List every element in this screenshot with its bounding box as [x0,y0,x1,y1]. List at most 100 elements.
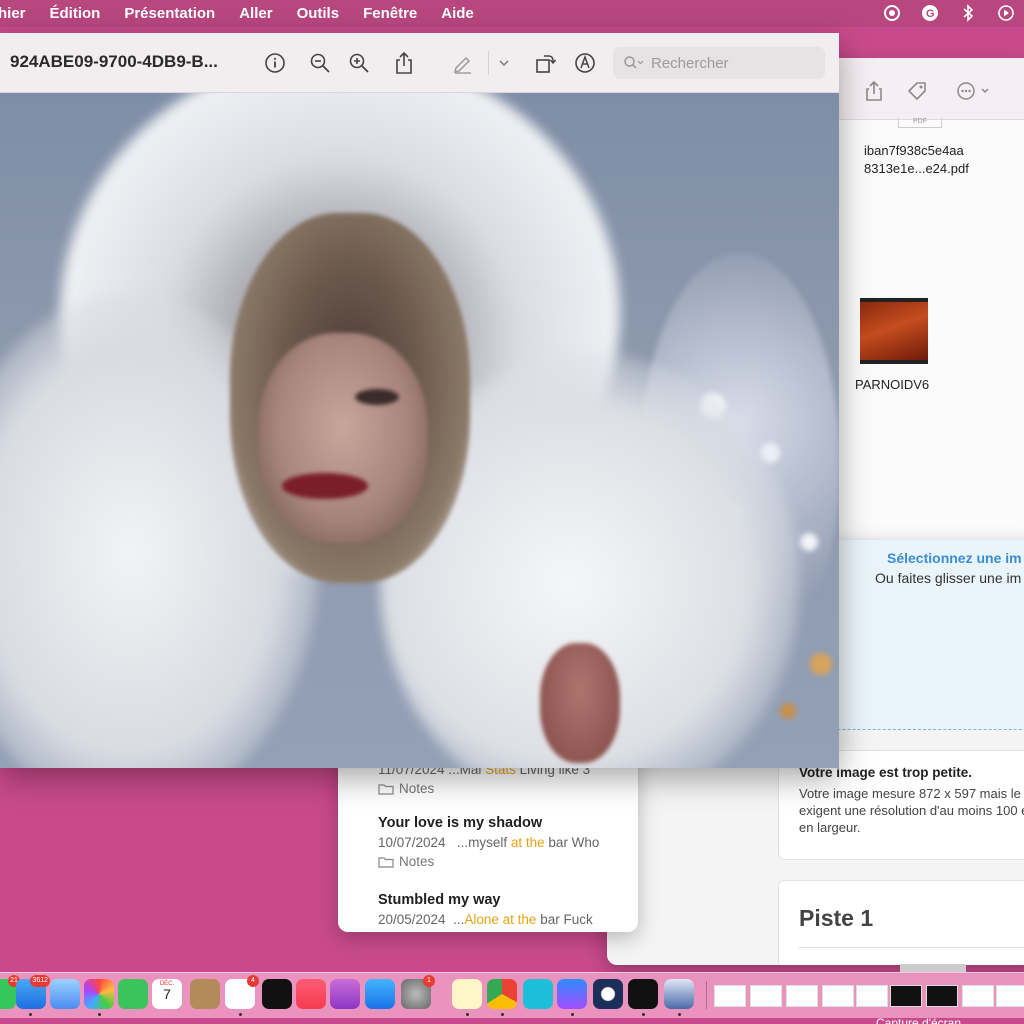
note-folder: Notes [378,854,638,869]
play-circle-icon[interactable] [996,3,1016,23]
dock-app-capcut[interactable] [628,979,658,1009]
pdf-file-name[interactable]: iban7f938c5e4aa 8313e1e...e24.pdf [864,142,969,178]
lips [282,473,368,499]
note-item[interactable]: Stumbled my way 20/05/2024 ...Alone at t… [378,892,638,927]
dock-recent-file[interactable] [926,985,958,1007]
dock-app-facetime[interactable] [118,979,148,1009]
folder-icon [378,856,394,868]
dock-recent-file[interactable] [856,985,888,1007]
note-highlight: Alone at the [464,912,537,927]
preview-toolbar: 924ABE09-9700-4DB9-B... [0,33,839,93]
dock-app-contacts[interactable] [190,979,220,1009]
dock-recent-file[interactable] [714,985,746,1007]
grammarly-icon[interactable]: G [920,3,940,23]
status-area: G [882,3,1016,23]
rotate-icon[interactable] [531,49,559,77]
bokeh-light [810,653,832,675]
dock-running-indicator [466,1013,469,1016]
annotate-icon[interactable] [571,49,599,77]
calendar-day: 7 [163,986,171,1002]
svg-text:G: G [926,8,935,20]
toolbar-separator [488,51,489,75]
note-date: 10/07/2024 [378,835,446,850]
tag-icon[interactable] [906,80,928,107]
dock-app-maps[interactable] [50,979,80,1009]
reminders-badge: 4 [247,975,259,987]
zoom-in-icon[interactable] [345,49,373,77]
dock-app-photos[interactable] [84,979,114,1009]
markup-pen-icon[interactable] [449,49,477,77]
dock-running-indicator [571,1013,574,1016]
menu-fenetre[interactable]: Fenêtre [363,5,417,22]
dock-running-indicator [98,1013,101,1016]
notes-window: 11/07/2024 ...Mal Stats Living like 3 No… [338,740,638,932]
chevron-down-icon[interactable] [490,49,518,77]
share-icon[interactable] [390,49,418,77]
more-actions-icon[interactable] [956,80,992,107]
finder-toolbar [830,58,1024,120]
bluetooth-icon[interactable] [958,3,978,23]
dock-divider [706,981,707,1009]
note-title: Your love is my shadow [378,815,543,831]
menu-fichier[interactable]: hier [0,5,26,22]
dock-recent-file[interactable] [786,985,818,1007]
menu-presentation[interactable]: Présentation [124,5,215,22]
bokeh-light [780,703,796,719]
dock-app-mail[interactable]: 3612 [16,975,50,1009]
note-meta: 20/05/2024 ...Alone at the bar Fuck [378,912,638,927]
note-snippet-end: bar Fuck [540,912,593,927]
dock-app-quicktime[interactable] [593,979,623,1009]
video-file-name[interactable]: PARNOIDV6 [855,376,929,394]
menu-aide[interactable]: Aide [441,5,474,22]
dock-app-notes[interactable] [452,979,482,1009]
dock-recent-file[interactable] [996,985,1024,1007]
dock-recent-file[interactable] [962,985,994,1007]
document-title[interactable]: 924ABE09-9700-4DB9-B... [10,52,218,72]
note-folder-label: Notes [399,854,435,869]
dock-app-messenger[interactable] [557,979,587,1009]
note-highlight: at the [510,835,545,850]
dock-recent-file[interactable] [890,985,922,1007]
dock-app-reminders[interactable]: 4 [225,975,259,1009]
search-field[interactable] [613,47,825,79]
dock-recent-file[interactable] [750,985,782,1007]
mail-badge: 3612 [30,975,50,987]
drag-drop-hint: Ou faites glisser une im [875,570,1022,586]
document-image[interactable] [0,93,839,768]
finder-window: PDF iban7f938c5e4aa 8313e1e...e24.pdf PA… [830,58,1024,558]
video-file-thumbnail[interactable] [860,298,928,364]
hand [540,643,620,763]
dock-app-calendar[interactable]: DÉC. 7 [152,979,182,1009]
dock-app-facetime-partial[interactable]: 21 [0,975,20,1009]
dock-app-app-store[interactable] [365,979,395,1009]
select-image-link[interactable]: Sélectionnez une im [887,550,1022,566]
bokeh-light [800,533,818,551]
dock-app-canva[interactable] [523,979,553,1009]
note-item[interactable]: Your love is my shadow 10/07/2024 ...mys… [378,815,638,869]
dock-running-indicator [678,1013,681,1016]
dock-app-music[interactable] [296,979,326,1009]
preview-window: 924ABE09-9700-4DB9-B... [0,33,839,768]
note-date: 20/05/2024 [378,912,446,927]
dock-running-indicator [29,1013,32,1016]
track-card: Piste 1 [778,880,1024,965]
dock-running-indicator [501,1013,504,1016]
menu-aller[interactable]: Aller [239,5,272,22]
pdf-file-name-line-1: iban7f938c5e4aa [864,143,964,158]
menu-outils[interactable]: Outils [297,5,340,22]
search-input[interactable] [651,54,821,72]
note-meta: 10/07/2024 ...myself at the bar Who [378,835,638,850]
dock-app-chrome[interactable] [487,979,517,1009]
dock-app-preview[interactable] [664,979,694,1009]
folder-icon [378,783,394,795]
zoom-out-icon[interactable] [306,49,334,77]
creative-cloud-icon[interactable] [882,3,902,23]
menu-edition[interactable]: Édition [50,5,101,22]
dock-recent-file[interactable] [822,985,854,1007]
share-icon[interactable] [864,80,884,107]
pdf-file-thumbnail[interactable]: PDF [898,118,942,128]
dock-app-podcasts[interactable] [330,979,360,1009]
dock-app-system-settings[interactable]: 1 [401,975,435,1009]
info-icon[interactable] [261,49,289,77]
dock-app-tv[interactable] [262,979,292,1009]
